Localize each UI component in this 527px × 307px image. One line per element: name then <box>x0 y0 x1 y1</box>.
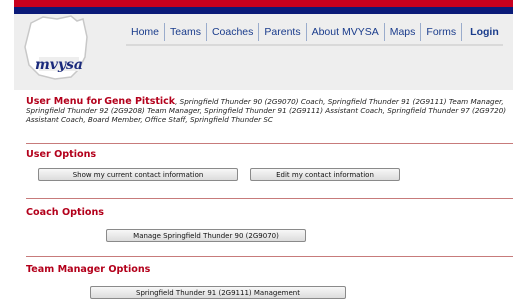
edit-contact-button[interactable]: Edit my contact information <box>250 168 400 181</box>
nav-coaches[interactable]: Coaches <box>207 23 260 41</box>
nav-about[interactable]: About MVYSA <box>307 23 385 41</box>
top-red-bar <box>14 0 513 7</box>
mvysa-logo[interactable]: mvysa <box>17 13 115 87</box>
nav-login[interactable]: Login <box>462 23 504 41</box>
nav-divider <box>126 44 503 46</box>
team-management-button[interactable]: Springfield Thunder 91 (2G9111) Manageme… <box>90 286 346 299</box>
user-menu-text: User Menu for Gene Pitstick, Springfield… <box>26 97 513 125</box>
show-contact-button[interactable]: Show my current contact information <box>38 168 238 181</box>
divider <box>26 198 513 199</box>
nav-parents[interactable]: Parents <box>259 23 307 41</box>
divider <box>26 143 513 144</box>
main-nav: Home Teams Coaches Parents About MVYSA M… <box>126 22 504 42</box>
user-menu: User Menu for Gene Pitstick, Springfield… <box>26 97 513 125</box>
divider <box>26 256 513 257</box>
manage-team-button[interactable]: Manage Springfield Thunder 90 (2G9070) <box>106 229 306 242</box>
nav-forms[interactable]: Forms <box>421 23 463 41</box>
user-options-title: User Options <box>26 149 97 160</box>
nav-teams[interactable]: Teams <box>165 23 207 41</box>
team-manager-options-title: Team Manager Options <box>26 264 151 275</box>
nav-maps[interactable]: Maps <box>385 23 422 41</box>
logo-text: mvysa <box>35 57 83 73</box>
coach-options-title: Coach Options <box>26 207 104 218</box>
nav-home[interactable]: Home <box>126 23 166 41</box>
